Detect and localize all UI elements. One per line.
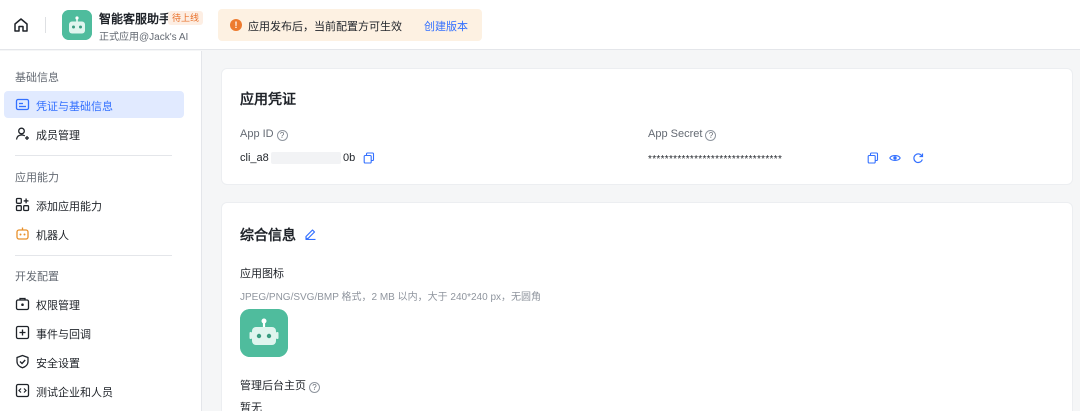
divider xyxy=(15,155,172,156)
sidebar-item-label: 凭证与基础信息 xyxy=(36,101,113,113)
top-bar: 智能客服助手 待上线 正式应用@Jack's AI ! 应用发布后，当前配置方可… xyxy=(0,0,1080,50)
divider xyxy=(15,255,172,256)
create-version-link[interactable]: 创建版本 xyxy=(424,18,468,34)
general-info-title: 综合信息 xyxy=(240,227,296,243)
apps-add-icon xyxy=(15,197,30,212)
sidebar-item-security[interactable]: 安全设置 xyxy=(4,348,184,375)
app-icon-label: 应用图标 xyxy=(240,268,284,280)
section-title-dev: 开发配置 xyxy=(15,271,59,283)
credentials-title: 应用凭证 xyxy=(240,91,296,107)
copy-icon[interactable] xyxy=(867,152,879,164)
event-icon xyxy=(15,325,30,340)
sidebar-item-label: 成员管理 xyxy=(36,130,80,142)
sidebar: 基础信息 凭证与基础信息 成员管理 应用能力 添加应用能力 机器人 开发配置 权… xyxy=(0,51,202,411)
sidebar-item-label: 事件与回调 xyxy=(36,329,91,341)
section-title-basic: 基础信息 xyxy=(15,72,59,84)
user-add-icon xyxy=(15,127,29,140)
publish-notice: ! 应用发布后，当前配置方可生效 创建版本 xyxy=(218,9,482,41)
app-icon-upload[interactable] xyxy=(240,309,288,357)
sidebar-item-label: 安全设置 xyxy=(36,358,80,370)
app-secret-value: ******************************** xyxy=(648,154,783,165)
sidebar-item-events[interactable]: 事件与回调 xyxy=(4,319,184,346)
sidebar-item-permissions[interactable]: 权限管理 xyxy=(4,290,184,317)
admin-homepage-label-text: 管理后台主页 xyxy=(240,380,306,392)
status-badge: 待上线 xyxy=(168,11,204,25)
edit-icon[interactable] xyxy=(304,227,317,240)
warning-icon: ! xyxy=(230,19,242,31)
home-icon[interactable] xyxy=(12,16,30,34)
app-secret-label-text: App Secret xyxy=(648,128,703,140)
section-title-capabilities: 应用能力 xyxy=(15,172,59,184)
sidebar-item-label: 添加应用能力 xyxy=(36,201,102,213)
divider xyxy=(45,17,46,33)
app-id-label-text: App ID xyxy=(240,128,274,140)
general-info-card: 综合信息 应用图标 JPEG/PNG/SVG/BMP 格式，2 MB 以内，大于… xyxy=(221,202,1073,411)
app-secret-label: App Secret? xyxy=(648,128,717,141)
app-name: 智能客服助手 xyxy=(99,12,172,26)
app-id-label: App ID? xyxy=(240,128,288,141)
admin-homepage-value: 暂无 xyxy=(240,402,262,411)
copy-icon[interactable] xyxy=(363,152,375,164)
app-subtitle: 正式应用@Jack's AI xyxy=(99,32,189,43)
credentials-card: 应用凭证 App ID? cli_a8 0b App Secret? *****… xyxy=(221,68,1073,185)
admin-homepage-label: 管理后台主页? xyxy=(240,377,320,393)
sidebar-item-label: 机器人 xyxy=(36,230,69,242)
robot-app-icon xyxy=(62,10,92,40)
sidebar-item-add-capability[interactable]: 添加应用能力 xyxy=(4,191,184,218)
app-id-prefix: cli_a8 xyxy=(240,152,269,164)
sidebar-item-credentials[interactable]: 凭证与基础信息 xyxy=(4,91,184,118)
help-icon[interactable]: ? xyxy=(309,382,320,393)
help-icon[interactable]: ? xyxy=(705,130,717,141)
sidebar-item-bot[interactable]: 机器人 xyxy=(4,220,184,247)
permission-icon xyxy=(15,297,30,311)
eye-icon[interactable] xyxy=(889,152,901,164)
code-icon xyxy=(15,383,30,398)
refresh-icon[interactable] xyxy=(912,152,924,164)
sidebar-item-test-users[interactable]: 测试企业和人员 xyxy=(4,377,184,404)
shield-icon xyxy=(16,354,29,369)
app-icon-hint: JPEG/PNG/SVG/BMP 格式，2 MB 以内，大于 240*240 p… xyxy=(240,292,542,303)
redacted-mask xyxy=(271,152,341,164)
sidebar-item-label: 权限管理 xyxy=(36,300,80,312)
help-icon[interactable]: ? xyxy=(276,130,288,141)
sidebar-item-label: 测试企业和人员 xyxy=(36,387,113,399)
robot-icon xyxy=(16,227,29,240)
notice-text: 应用发布后，当前配置方可生效 xyxy=(248,21,402,33)
app-id-suffix: 0b xyxy=(343,152,356,164)
sidebar-item-members[interactable]: 成员管理 xyxy=(4,120,184,147)
id-card-icon xyxy=(15,98,30,111)
